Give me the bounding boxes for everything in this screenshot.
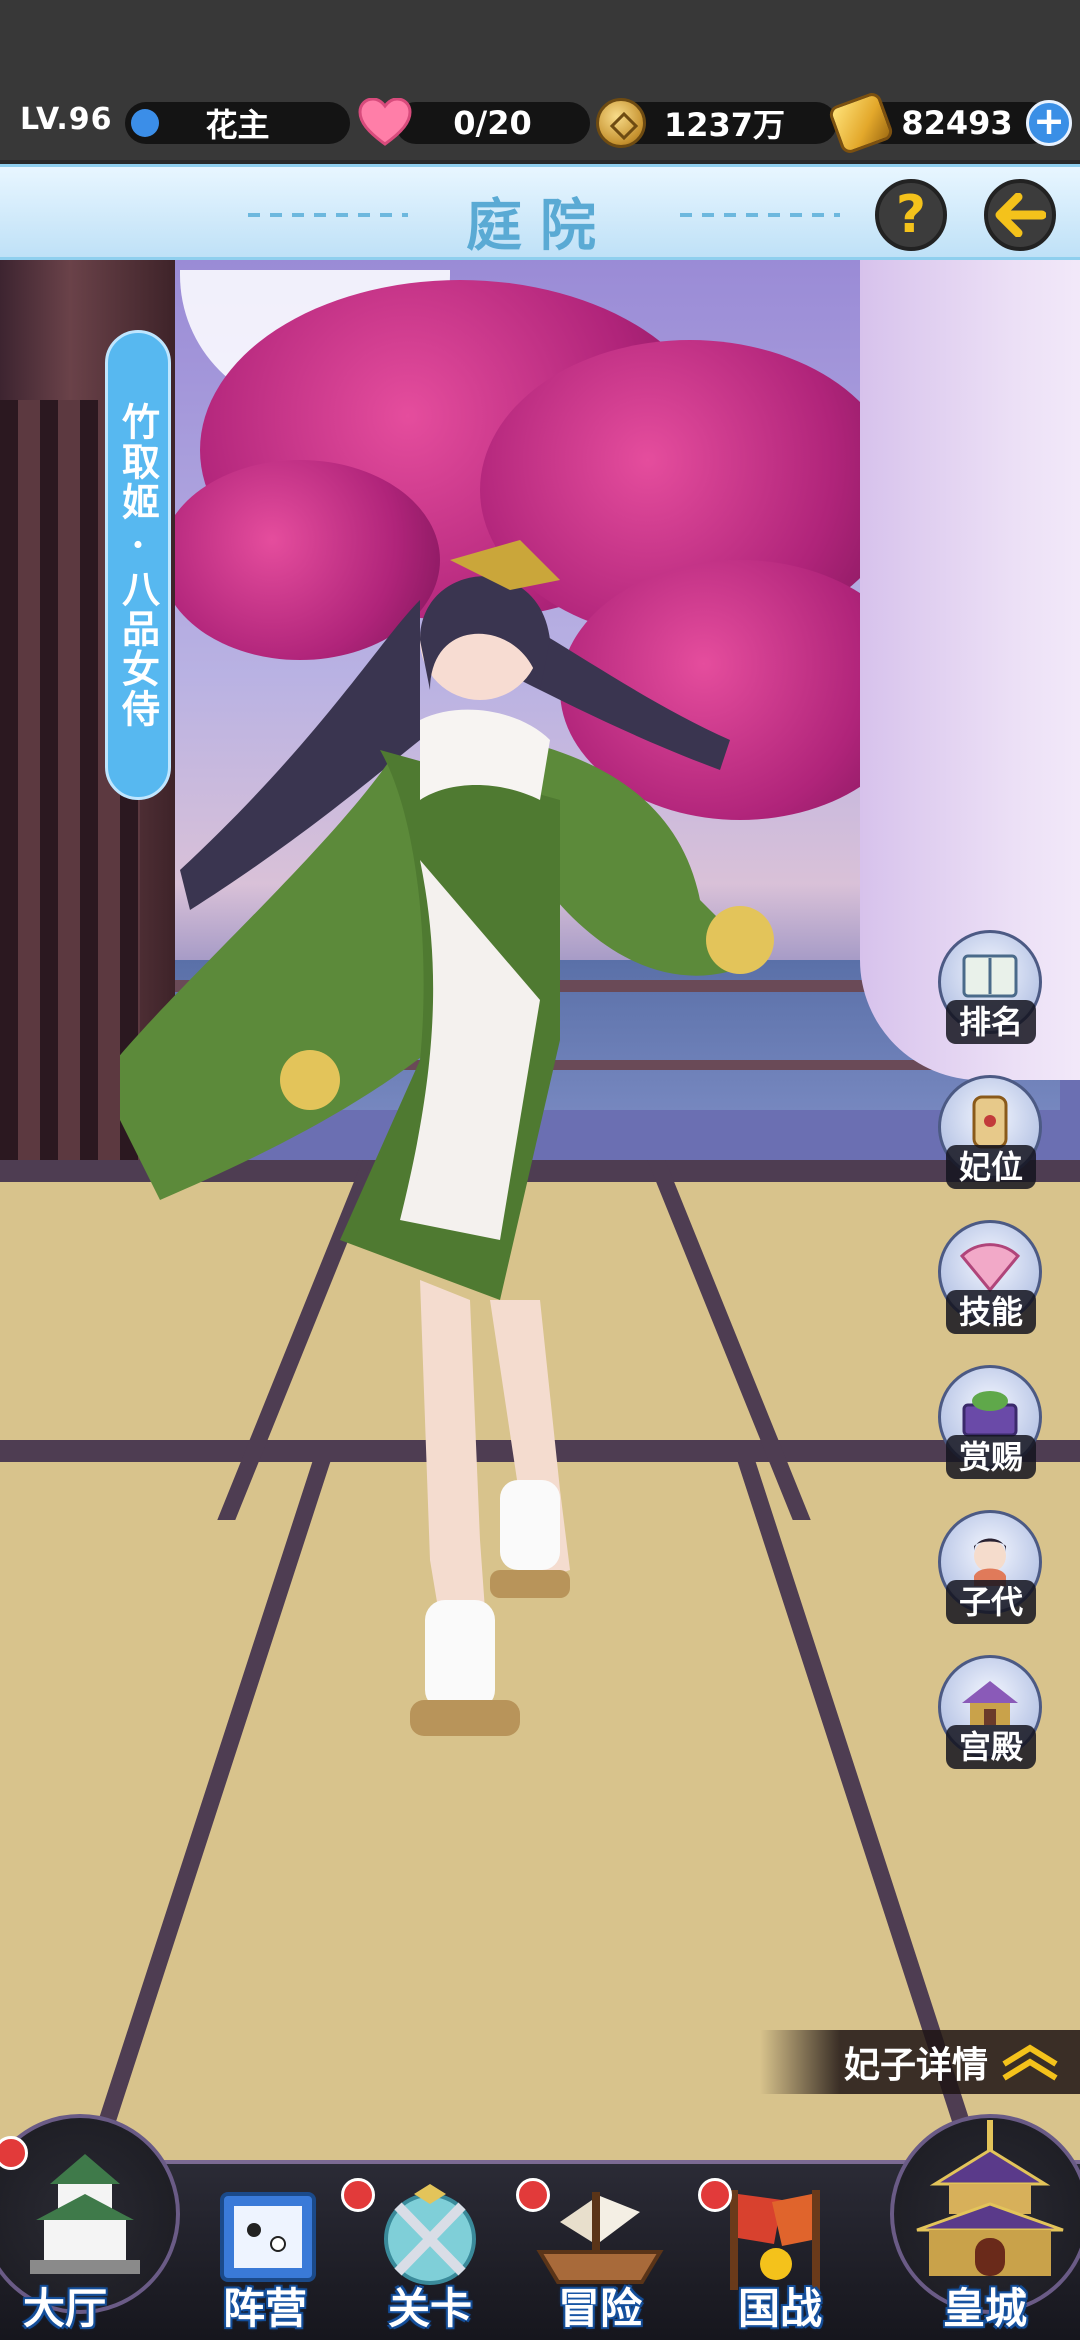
nav-adventure[interactable]: 冒险 bbox=[516, 2164, 680, 2340]
bottom-nav: 大厅 阵营 关卡 冒险 国战 皇城 bbox=[0, 2114, 1080, 2340]
nav-label: 皇城 bbox=[942, 2284, 1027, 2333]
notification-badge bbox=[341, 2178, 375, 2212]
side-button-label: 赏赐 bbox=[946, 1435, 1036, 1479]
side-button-label: 排名 bbox=[946, 1000, 1036, 1044]
consort-details-label: 妃子详情 bbox=[843, 2045, 988, 2086]
status-bar: LV.96 花主 0/20 1237万 82493 + bbox=[0, 0, 1080, 160]
player-level: LV.96 bbox=[20, 102, 113, 137]
imperial-palace-icon bbox=[916, 2120, 1064, 2276]
hearts-value: 0/20 bbox=[453, 104, 532, 142]
nav-hall[interactable]: 大厅 bbox=[0, 2114, 180, 2340]
rank-gem-icon bbox=[131, 109, 159, 137]
side-button-consort-rank[interactable]: 妃位 bbox=[930, 1075, 1050, 1195]
nav-label: 关卡 bbox=[387, 2284, 472, 2333]
rank-display[interactable]: 花主 bbox=[125, 102, 350, 144]
nav-camp[interactable]: 阵营 bbox=[190, 2164, 340, 2340]
nav-label: 阵营 bbox=[222, 2284, 307, 2333]
notification-badge bbox=[516, 2178, 550, 2212]
rank-label: 花主 bbox=[205, 106, 270, 144]
resource-row: LV.96 花主 0/20 1237万 82493 + bbox=[0, 90, 1080, 156]
game-screen: LV.96 花主 0/20 1237万 82493 + 庭院 ? 竹取姬·八品女… bbox=[0, 0, 1080, 2340]
gold-ingot-icon bbox=[827, 90, 895, 156]
question-mark-icon: ? bbox=[895, 185, 927, 245]
side-button-label: 子代 bbox=[946, 1580, 1036, 1624]
nav-label: 冒险 bbox=[557, 2284, 642, 2333]
side-button-offspring[interactable]: 子代 bbox=[930, 1510, 1050, 1630]
double-chevron-up-icon bbox=[1002, 2044, 1058, 2081]
side-button-palace[interactable]: 宫殿 bbox=[930, 1655, 1050, 1775]
title-divider-right bbox=[680, 213, 840, 217]
consort-details-button[interactable]: 妃子详情 bbox=[760, 2030, 1080, 2094]
side-button-ranking[interactable]: 排名 bbox=[930, 930, 1050, 1050]
add-gold-button[interactable]: + bbox=[1026, 100, 1072, 146]
gold-counter[interactable]: 82493 bbox=[862, 102, 1052, 144]
nav-national-war[interactable]: 国战 bbox=[698, 2164, 860, 2340]
heart-icon bbox=[358, 98, 412, 146]
side-button-label: 技能 bbox=[946, 1290, 1036, 1334]
side-button-label: 宫殿 bbox=[946, 1725, 1036, 1769]
copper-coin-icon bbox=[596, 98, 646, 148]
notification-badge bbox=[698, 2178, 732, 2212]
hearts-counter[interactable]: 0/20 bbox=[395, 102, 590, 144]
side-button-skills[interactable]: 技能 bbox=[930, 1220, 1050, 1340]
arrow-left-icon bbox=[995, 193, 1046, 237]
coins-value: 1237万 bbox=[663, 106, 786, 144]
side-button-label: 妃位 bbox=[946, 1145, 1036, 1189]
side-button-rewards[interactable]: 赏赐 bbox=[930, 1365, 1050, 1485]
gold-value: 82493 bbox=[901, 104, 1013, 142]
back-button[interactable] bbox=[984, 179, 1056, 251]
nav-label: 国战 bbox=[737, 2284, 822, 2333]
nav-imperial-city[interactable]: 皇城 bbox=[880, 2114, 1080, 2340]
nav-stages[interactable]: 关卡 bbox=[341, 2164, 505, 2340]
castle-icon bbox=[30, 2154, 140, 2274]
nav-label: 大厅 bbox=[22, 2284, 107, 2333]
title-bar: 庭院 ? bbox=[0, 164, 1080, 260]
character-illustration bbox=[120, 540, 774, 1736]
help-button[interactable]: ? bbox=[875, 179, 947, 251]
character-name-banner: 竹取姬·八品女侍 bbox=[105, 330, 171, 800]
